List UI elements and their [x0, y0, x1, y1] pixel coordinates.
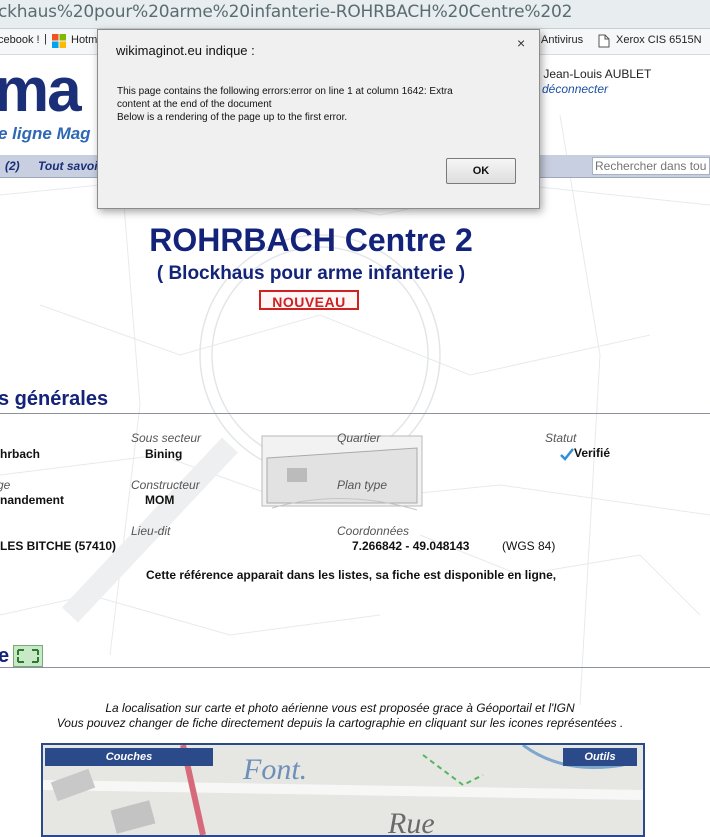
ok-button[interactable]: OK: [446, 158, 516, 184]
section-divider: [0, 413, 710, 414]
close-icon[interactable]: ×: [517, 35, 525, 51]
field-label-constructeur: Constructeur: [131, 478, 200, 492]
expand-map-icon[interactable]: [13, 645, 43, 667]
bookmark-antivirus[interactable]: Antivirus: [541, 34, 583, 46]
section-title-map: e: [0, 645, 10, 667]
map-label-rue: Rue: [387, 807, 435, 835]
field-label-plan-type: Plan type: [337, 478, 388, 492]
map-layers-tab[interactable]: Couches: [45, 748, 213, 766]
bookmark-separator-icon: |: [44, 33, 47, 45]
field-value-secteur: hrbach: [0, 447, 41, 461]
bookmark-hotmail[interactable]: Hotm: [71, 34, 97, 46]
page-title: ROHRBACH Centre 2: [149, 222, 473, 258]
new-badge: NOUVEAU: [259, 290, 359, 310]
field-value-constructeur: MOM: [145, 493, 175, 507]
nav-item-count[interactable]: (2): [5, 159, 20, 173]
dialog-message-line: This page contains the following errors:…: [117, 86, 453, 97]
dialog-title: wikimaginot.eu indique :: [116, 43, 255, 58]
page-icon: [598, 34, 610, 48]
availability-note: Cette référence apparait dans les listes…: [146, 568, 557, 582]
nav-item-tout-savoir[interactable]: Tout savoi: [38, 159, 98, 173]
check-icon: [560, 447, 574, 461]
bookmark-facebook[interactable]: cebook !: [0, 34, 40, 46]
url-text[interactable]: ckhaus%20pour%20arme%20infanterie-ROHRBA…: [0, 2, 572, 22]
page-subtitle: ( Blockhaus pour arme infanterie ): [156, 263, 466, 284]
field-label-type: ge: [0, 478, 11, 492]
address-bar[interactable]: ckhaus%20pour%20arme%20infanterie-ROHRBA…: [0, 0, 710, 29]
map-label-font: Font.: [242, 753, 307, 786]
dialog-message-line: content at the end of the document: [117, 99, 272, 110]
field-value-statut: Verifié: [574, 446, 611, 460]
microsoft-logo-icon: [52, 34, 66, 48]
field-value-type: nandement: [0, 493, 65, 507]
dialog-message-line: Below is a rendering of the page up to t…: [117, 112, 348, 123]
field-label-statut: Statut: [545, 431, 577, 445]
field-value-commune: LES BITCHE (57410): [0, 539, 117, 553]
section-title-general: s générales: [0, 388, 109, 410]
search-input[interactable]: [592, 157, 710, 175]
field-label-lieu-dit: Lieu-dit: [131, 524, 171, 538]
map-note-2: Vous pouvez changer de fiche directement…: [56, 716, 624, 730]
site-logo[interactable]: ma: [0, 60, 82, 122]
field-label-sous-secteur: Sous secteur: [131, 431, 202, 445]
map-note-1: La localisation sur carte et photo aérie…: [105, 701, 575, 715]
logout-link[interactable]: déconnecter: [542, 82, 608, 96]
map-tools-tab[interactable]: Outils: [563, 748, 637, 766]
field-value-coordonnees-system: (WGS 84): [502, 539, 556, 553]
alert-dialog: wikimaginot.eu indique : × This page con…: [97, 29, 540, 209]
field-label-quartier: Quartier: [337, 431, 381, 445]
field-value-coordonnees: 7.266842 - 49.048143: [352, 539, 470, 553]
user-name: r Jean-Louis AUBLET: [536, 67, 652, 81]
field-label-coordonnees: Coordonnées: [337, 524, 410, 538]
bookmark-xerox[interactable]: Xerox CIS 6515N: [616, 34, 702, 46]
field-value-sous-secteur: Bining: [145, 447, 183, 461]
site-logo-subtitle: e ligne Mag: [0, 124, 91, 143]
section-divider-map: [0, 667, 710, 668]
dialog-message: This page contains the following errors:…: [117, 85, 527, 124]
